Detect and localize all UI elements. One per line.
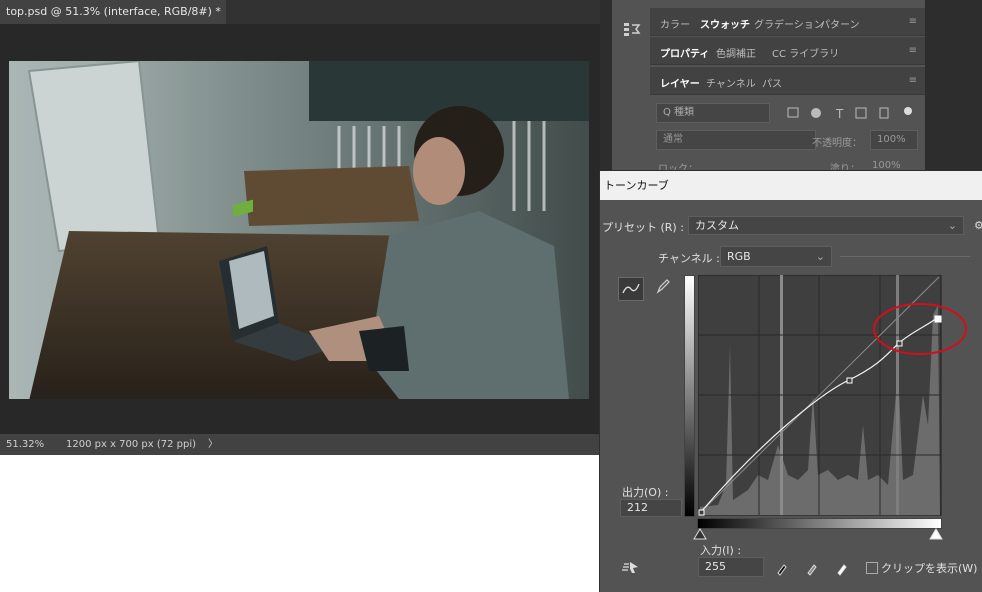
document-size: 1200 px x 700 px (72 ppi) bbox=[66, 439, 197, 450]
curve-point-tool[interactable] bbox=[618, 277, 644, 301]
dialog-title: トーンカーブ bbox=[600, 171, 982, 200]
photo-canvas[interactable] bbox=[9, 61, 589, 399]
clip-label: クリップを表示(W) bbox=[881, 562, 978, 575]
opacity-label: 不透明度： bbox=[812, 138, 862, 149]
output-field[interactable]: 212 bbox=[620, 499, 682, 517]
preset-select[interactable]: カスタム ⌄ bbox=[688, 216, 964, 235]
layer-filter-icons[interactable]: T bbox=[784, 105, 914, 121]
panel-menu-icon[interactable]: ≡ bbox=[909, 45, 917, 56]
tab-cc-libraries[interactable]: CC ライブラリ bbox=[772, 45, 839, 60]
tab-strip bbox=[226, 0, 600, 24]
curve-point[interactable] bbox=[698, 509, 705, 516]
chevron-down-icon: ⌄ bbox=[947, 219, 957, 232]
color-tabs: カラー スウォッチ グラデーション パターン ≡ bbox=[650, 8, 925, 36]
status-chevron-icon[interactable]: 〉 bbox=[208, 434, 218, 455]
input-label: 入力(I) : bbox=[700, 544, 742, 557]
properties-tabs: プロパティ 色調補正 CC ライブラリ ≡ bbox=[650, 37, 925, 65]
pencil-icon[interactable] bbox=[655, 277, 671, 295]
output-label: 出力(O) : bbox=[622, 486, 669, 499]
tab-swatches[interactable]: スウォッチ bbox=[700, 16, 750, 31]
document-tab-title: top.psd @ 51.3% (interface, RGB/8#) * bbox=[6, 5, 221, 18]
panel-menu-icon[interactable]: ≡ bbox=[909, 75, 917, 86]
channel-select[interactable]: RGB ⌄ bbox=[720, 246, 832, 267]
zoom-readout[interactable]: 51.32% bbox=[6, 434, 44, 455]
preset-label: プリセット (R) : bbox=[602, 221, 684, 234]
clip-checkbox[interactable] bbox=[866, 562, 878, 574]
preset-value: カスタム bbox=[695, 219, 739, 232]
output-gradient-bar bbox=[684, 275, 695, 517]
document-tab[interactable]: top.psd @ 51.3% (interface, RGB/8#) *× bbox=[0, 0, 236, 24]
divider bbox=[840, 256, 970, 257]
tab-adjustments[interactable]: 色調補正 bbox=[716, 45, 756, 60]
layer-filter-select[interactable]: Q 種類 bbox=[656, 103, 770, 123]
highlight-circle bbox=[873, 303, 967, 355]
input-field[interactable]: 255 bbox=[698, 557, 764, 577]
tab-color[interactable]: カラー bbox=[660, 16, 690, 31]
curves-dialog: トーンカーブ プリセット (R) : カスタム ⌄ ⚙ チャンネル : RGB … bbox=[599, 170, 982, 592]
curve-edit-icon bbox=[622, 283, 640, 294]
tab-layers[interactable]: レイヤー bbox=[660, 75, 700, 90]
status-bar: 51.32% 1200 px x 700 px (72 ppi) 〉 bbox=[0, 434, 600, 455]
tab-properties[interactable]: プロパティ bbox=[660, 45, 709, 60]
canvas-area[interactable] bbox=[0, 24, 600, 434]
channel-label: チャンネル : bbox=[658, 252, 720, 265]
panel-menu-icon[interactable]: ≡ bbox=[909, 16, 917, 27]
tab-channels[interactable]: チャンネル bbox=[706, 75, 756, 90]
tab-patterns[interactable]: パターン bbox=[820, 16, 860, 31]
black-eyedropper-icon[interactable] bbox=[777, 564, 787, 576]
curve-point[interactable] bbox=[846, 377, 853, 384]
layers-tabs: レイヤー チャンネル パス ≡ bbox=[650, 67, 925, 95]
white-eyedropper-icon[interactable] bbox=[837, 564, 847, 576]
svg-text:T: T bbox=[835, 107, 844, 121]
office-photo-image bbox=[9, 61, 589, 399]
panels-stack: カラー スウォッチ グラデーション パターン ≡ プロパティ 色調補正 CC ラ… bbox=[650, 0, 925, 175]
opacity-field[interactable]: 100% bbox=[870, 130, 918, 150]
gray-eyedropper-icon[interactable] bbox=[807, 564, 817, 576]
chevron-down-icon: ⌄ bbox=[815, 250, 825, 263]
blend-mode-select[interactable]: 通常 bbox=[656, 130, 816, 150]
panel-dark-area bbox=[925, 0, 982, 170]
eyedroppers bbox=[777, 564, 847, 576]
panel-options-icon[interactable] bbox=[622, 20, 642, 40]
input-gradient-bar bbox=[697, 518, 942, 529]
on-image-adjust-icon[interactable] bbox=[620, 558, 642, 576]
panel-toolstrip bbox=[612, 0, 651, 170]
white-point-slider[interactable] bbox=[929, 528, 943, 540]
black-point-slider[interactable] bbox=[693, 528, 707, 540]
channel-value: RGB bbox=[727, 250, 751, 263]
preset-options-icon[interactable]: ⚙ bbox=[974, 219, 982, 232]
tab-gradients[interactable]: グラデーション bbox=[754, 16, 824, 31]
tab-paths[interactable]: パス bbox=[762, 75, 782, 90]
